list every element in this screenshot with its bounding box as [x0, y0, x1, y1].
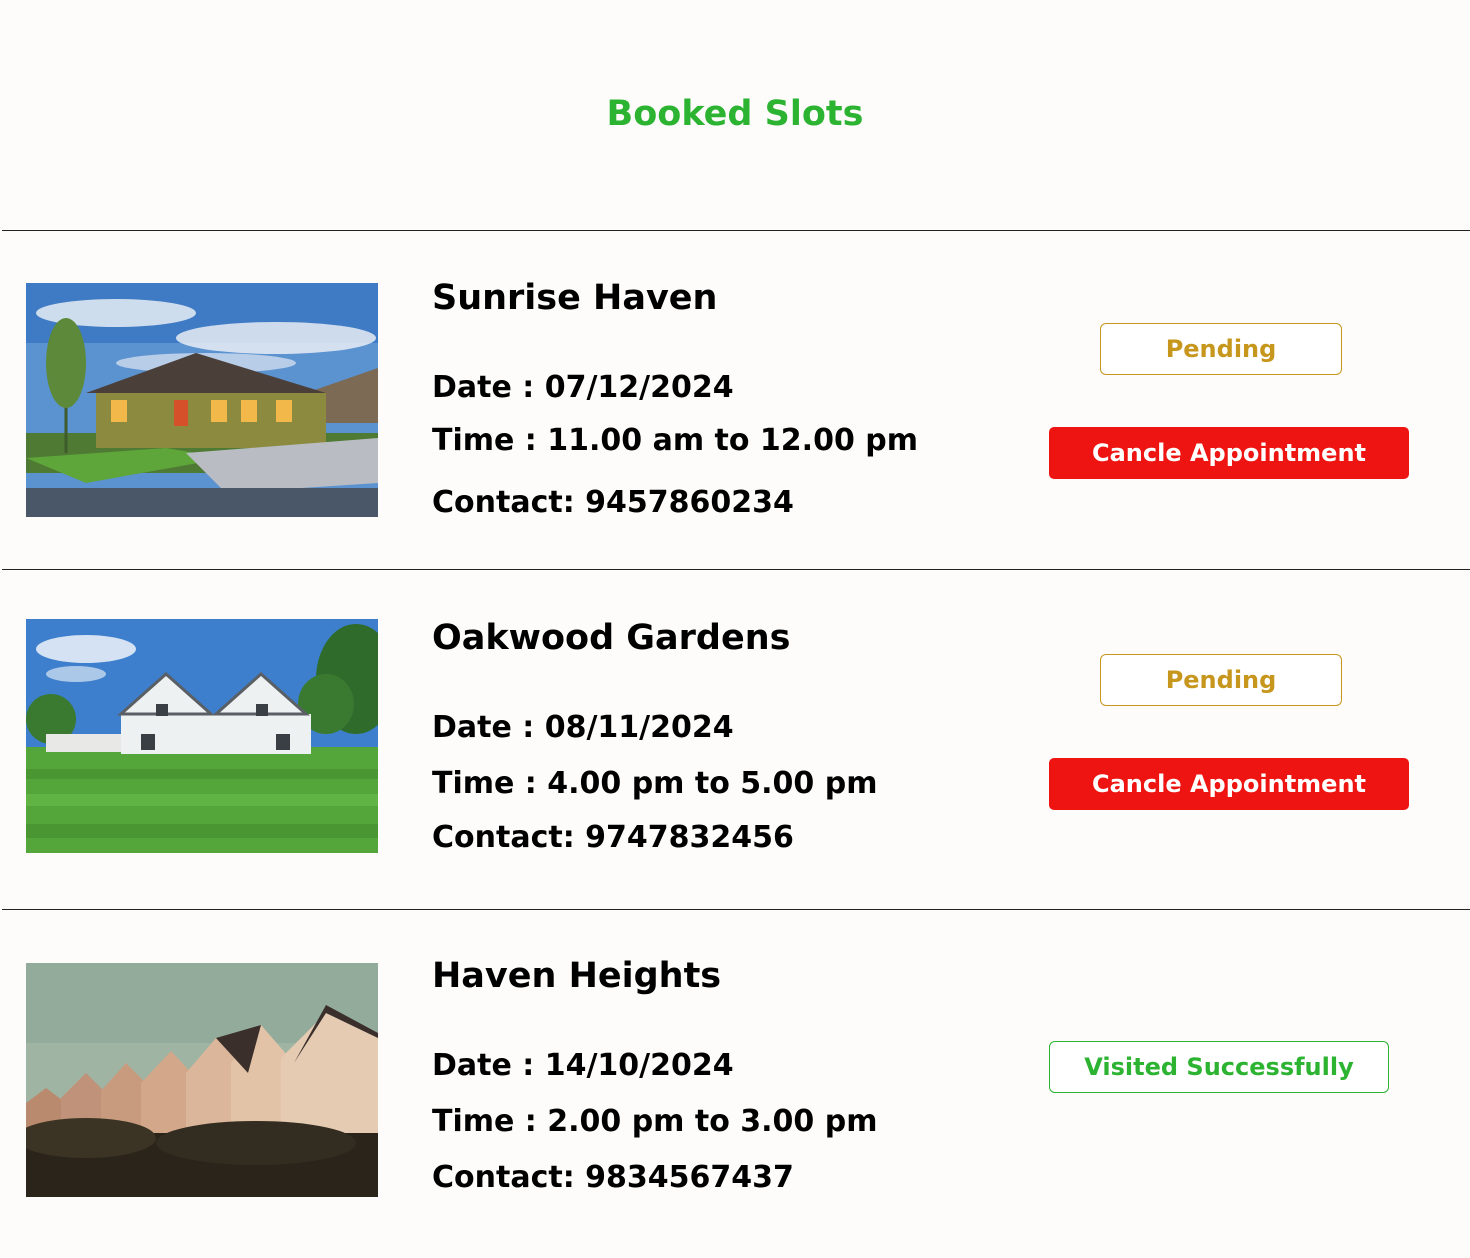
- appointment-date: Date : 14/10/2024: [432, 1048, 734, 1083]
- property-image-oakwood-gardens: [26, 619, 378, 853]
- contact-number: Contact: 9457860234: [432, 485, 794, 520]
- appointment-time: Time : 11.00 am to 12.00 pm: [432, 423, 918, 458]
- property-name: Sunrise Haven: [432, 278, 718, 318]
- property-image-sunrise-haven: [26, 283, 378, 517]
- status-badge-pending: Pending: [1100, 654, 1342, 706]
- appointment-time: Time : 2.00 pm to 3.00 pm: [432, 1104, 878, 1139]
- contact-number: Contact: 9834567437: [432, 1160, 794, 1195]
- appointment-date: Date : 08/11/2024: [432, 710, 734, 745]
- appointment-time: Time : 4.00 pm to 5.00 pm: [432, 766, 878, 801]
- property-name: Haven Heights: [432, 956, 722, 996]
- property-name: Oakwood Gardens: [432, 618, 791, 658]
- divider: [2, 909, 1470, 910]
- divider: [2, 230, 1470, 231]
- property-image-haven-heights: [26, 963, 378, 1197]
- contact-number: Contact: 9747832456: [432, 820, 794, 855]
- status-badge-pending: Pending: [1100, 323, 1342, 375]
- cancel-appointment-button[interactable]: Cancle Appointment: [1049, 758, 1409, 810]
- appointment-date: Date : 07/12/2024: [432, 370, 734, 405]
- cancel-appointment-button[interactable]: Cancle Appointment: [1049, 427, 1409, 479]
- divider: [2, 569, 1470, 570]
- status-badge-visited: Visited Successfully: [1049, 1041, 1389, 1093]
- page-title: Booked Slots: [606, 94, 864, 134]
